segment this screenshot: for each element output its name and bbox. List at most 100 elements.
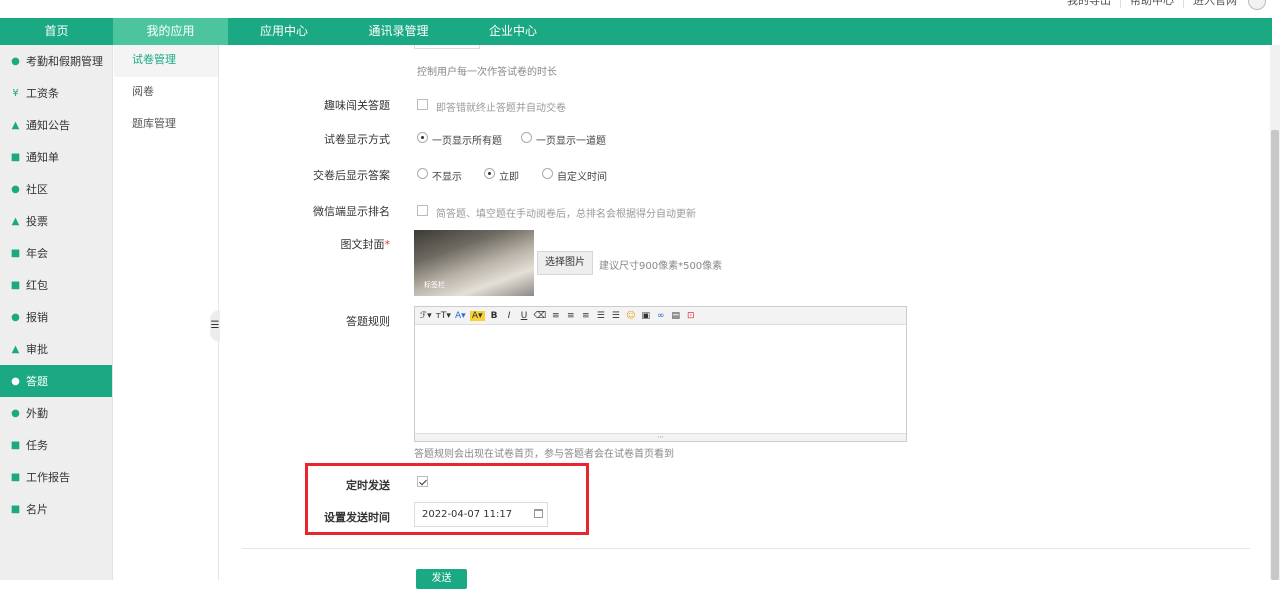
display-mode-option-all: 一页显示所有题 — [432, 136, 502, 147]
bell-icon: ▲ — [11, 119, 20, 131]
top-links: 我的导出 帮助中心 进入官网 — [1058, 0, 1246, 8]
rules-editor[interactable]: ℱ▾ тT▾ A▾ A▾ B I U ⌫ ≡ ≡ ≡ ☰ ☰ ☺ ▣ ∞ ▤ ⊡… — [414, 306, 907, 442]
sidebar-item-work-report[interactable]: ■ 工作报告 — [0, 461, 112, 493]
location-icon: ● — [11, 407, 20, 419]
link-icon[interactable]: ∞ — [655, 311, 666, 321]
align-right-icon[interactable]: ≡ — [580, 311, 591, 321]
nav-app-center[interactable]: 应用中心 — [228, 18, 340, 45]
cover-size-hint: 建议尺寸900像素*500像素 — [599, 261, 723, 272]
bold-icon[interactable]: B — [489, 311, 500, 321]
main-nav: 首页 我的应用 应用中心 通讯录管理 企业中心 — [0, 18, 1272, 45]
underline-icon[interactable]: U — [519, 311, 530, 321]
fun-mode-checkbox[interactable] — [417, 99, 428, 110]
sidebar-item-label: 工作报告 — [26, 471, 70, 484]
sidebar-item-payslip[interactable]: ¥ 工资条 — [0, 77, 112, 109]
submenu-item-paper-manage[interactable]: 试卷管理 — [114, 45, 218, 77]
nav-enterprise[interactable]: 企业中心 — [457, 18, 569, 45]
sidebar-item-business-card[interactable]: ■ 名片 — [0, 493, 112, 525]
sidebar-item-reimbursement[interactable]: ● 报销 — [0, 301, 112, 333]
align-center-icon[interactable]: ≡ — [565, 311, 576, 321]
send-button[interactable]: 发送 — [416, 569, 467, 589]
sidebar-item-approval[interactable]: ▲ 审批 — [0, 333, 112, 365]
person-icon: ● — [11, 55, 20, 67]
fun-mode-option: 即答错就终止答题并自动交卷 — [436, 103, 566, 114]
sidebar-item-label: 社区 — [26, 183, 48, 196]
chat-icon: ● — [11, 183, 20, 195]
sidebar-item-notice[interactable]: ■ 通知单 — [0, 141, 112, 173]
editor-toolbar: ℱ▾ тT▾ A▾ A▾ B I U ⌫ ≡ ≡ ≡ ☰ ☰ ☺ ▣ ∞ ▤ ⊡ — [415, 307, 906, 325]
sidebar-item-quiz[interactable]: ● 答题 — [0, 365, 112, 397]
clear-format-icon[interactable]: ⌫ — [534, 311, 547, 321]
send-time-value: 2022-04-07 11:17 — [422, 509, 513, 520]
font-color-icon[interactable]: A▾ — [455, 311, 466, 321]
emoji-icon[interactable]: ☺ — [625, 311, 636, 321]
report-icon: ■ — [10, 471, 21, 483]
collapse-handle[interactable]: ☰ — [210, 310, 220, 342]
divider — [242, 548, 1250, 549]
top-link-help[interactable]: 帮助中心 — [1120, 0, 1183, 8]
rules-hint: 答题规则会出现在试卷首页，参与答题者会在试卷首页看到 — [414, 449, 674, 460]
editor-body[interactable] — [415, 325, 906, 433]
wechat-rank-checkbox[interactable] — [417, 205, 428, 216]
cover-image-caption: 标签栏 — [424, 281, 445, 289]
sidebar-item-label: 考勤和假期管理 — [26, 55, 103, 68]
nav-my-apps[interactable]: 我的应用 — [113, 18, 228, 45]
scrollbar-thumb[interactable] — [1271, 130, 1279, 580]
sidebar-item-label: 外勤 — [26, 407, 48, 420]
display-mode-radio-one[interactable] — [521, 132, 532, 143]
highlight-color-icon[interactable]: A▾ — [469, 310, 485, 321]
source-icon[interactable]: ▤ — [670, 311, 681, 321]
sidebar-item-label: 报销 — [26, 311, 48, 324]
sidebar-item-label: 通知单 — [26, 151, 59, 164]
submenu: 试卷管理 阅卷 题库管理 — [114, 45, 219, 580]
time-limit-hint: 控制用户每一次作答试卷的时长 — [417, 67, 557, 78]
nav-contacts[interactable]: 通讯录管理 — [340, 18, 457, 45]
sidebar-item-label: 任务 — [26, 439, 48, 452]
timed-send-checkbox[interactable] — [417, 476, 428, 487]
editor-resize-handle[interactable]: ⋯ — [415, 433, 906, 441]
select-image-button[interactable]: 选择图片 — [537, 251, 593, 275]
sidebar-item-community[interactable]: ● 社区 — [0, 173, 112, 205]
show-answer-radio-now[interactable] — [484, 168, 495, 179]
sidebar-item-task[interactable]: ■ 任务 — [0, 429, 112, 461]
mail-icon: ■ — [10, 247, 21, 259]
align-left-icon[interactable]: ≡ — [550, 311, 561, 321]
fullscreen-icon[interactable]: ⊡ — [685, 311, 696, 321]
sidebar-item-label: 工资条 — [26, 87, 59, 100]
display-mode-radio-all[interactable] — [417, 132, 428, 143]
ordered-list-icon[interactable]: ☰ — [595, 311, 606, 321]
top-link-website[interactable]: 进入官网 — [1183, 0, 1246, 8]
submenu-item-question-bank[interactable]: 题库管理 — [114, 109, 218, 141]
yen-icon: ¥ — [12, 87, 19, 99]
sidebar-item-field-work[interactable]: ● 外勤 — [0, 397, 112, 429]
image-icon[interactable]: ▣ — [640, 311, 651, 321]
sidebar-item-attendance[interactable]: ● 考勤和假期管理 — [0, 45, 112, 77]
sidebar-item-label: 审批 — [26, 343, 48, 356]
cover-label: 图文封面* — [220, 236, 391, 252]
sidebar-item-announcement[interactable]: ▲ 通知公告 — [0, 109, 112, 141]
calendar-icon[interactable] — [534, 509, 543, 518]
sidebar-item-annual-meeting[interactable]: ■ 年会 — [0, 237, 112, 269]
task-icon: ■ — [10, 439, 21, 451]
font-family-icon[interactable]: ℱ▾ — [420, 311, 432, 321]
show-answer-radio-none[interactable] — [417, 168, 428, 179]
sidebar-item-vote[interactable]: ▲ 投票 — [0, 205, 112, 237]
show-answer-radio-custom[interactable] — [542, 168, 553, 179]
nav-home[interactable]: 首页 — [0, 18, 113, 45]
vote-icon: ▲ — [11, 215, 20, 227]
show-answer-option-now: 立即 — [499, 172, 519, 183]
sidebar-item-label: 名片 — [26, 503, 48, 516]
cover-image[interactable]: 标签栏 — [414, 230, 534, 296]
italic-icon[interactable]: I — [504, 311, 515, 321]
scrollbar[interactable] — [1270, 45, 1280, 580]
wechat-rank-label: 微信端显示排名 — [313, 205, 390, 218]
time-limit-input[interactable] — [414, 45, 480, 49]
font-size-icon[interactable]: тT▾ — [436, 311, 451, 321]
show-answer-option-custom: 自定义时间 — [557, 172, 607, 183]
unordered-list-icon[interactable]: ☰ — [610, 311, 621, 321]
submenu-item-grading[interactable]: 阅卷 — [114, 77, 218, 109]
top-link-export[interactable]: 我的导出 — [1058, 0, 1120, 8]
send-time-input[interactable]: 2022-04-07 11:17 — [414, 502, 548, 527]
avatar[interactable] — [1248, 0, 1266, 10]
sidebar-item-red-packet[interactable]: ■ 红包 — [0, 269, 112, 301]
